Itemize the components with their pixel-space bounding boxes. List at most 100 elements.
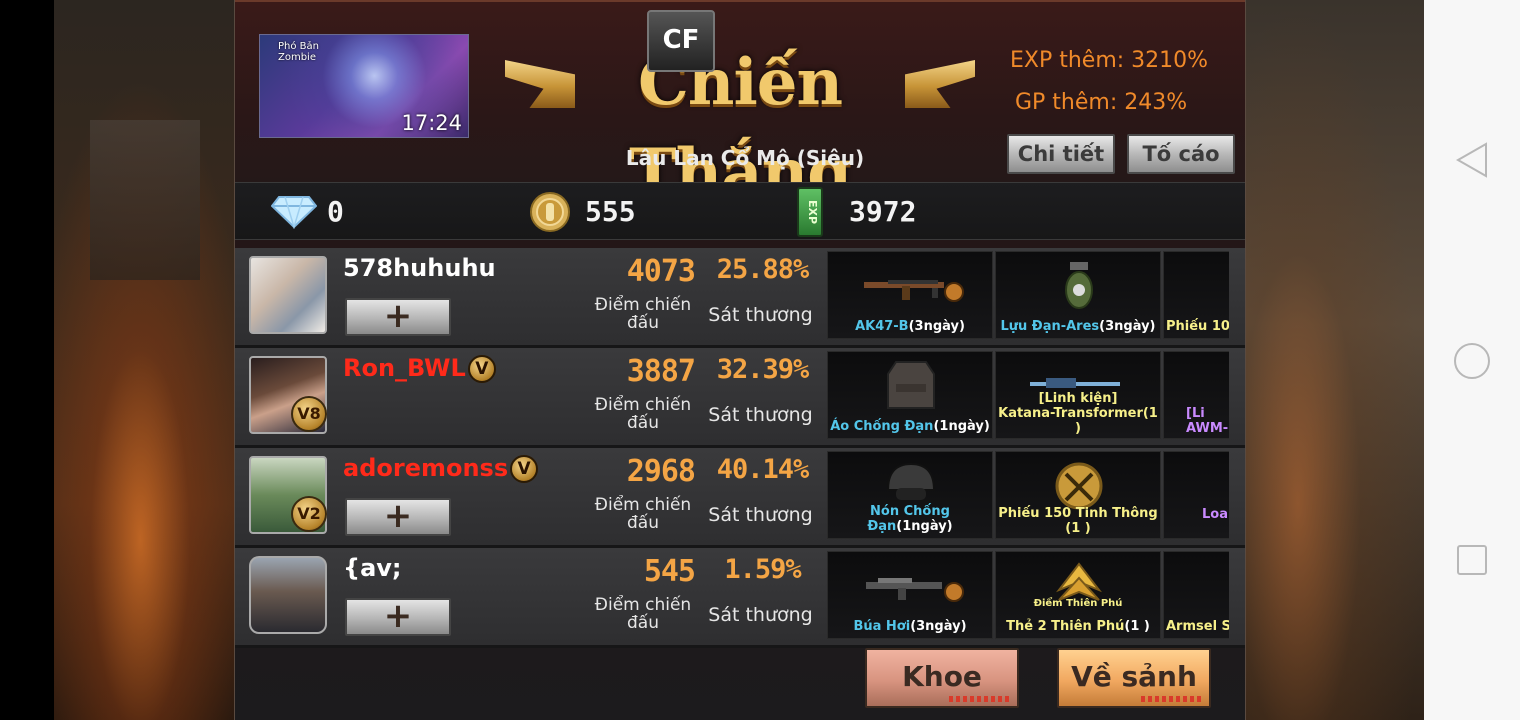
- player-row: V8 Ron_BWL V 3887 Điểm chiến đấu 32.39% S…: [235, 348, 1245, 448]
- damage-label: Sát thương: [708, 604, 813, 626]
- player-name-text: adoremonss: [343, 454, 509, 482]
- reward-name: Thẻ 2 Thiên Phú(1 ): [1006, 619, 1150, 634]
- vip-icon: V: [467, 355, 496, 383]
- combat-score: 4073: [626, 254, 696, 289]
- damage-label: Sát thương: [708, 304, 813, 326]
- background-scene-right: [1244, 0, 1424, 720]
- mode-thumbnail-title: Phó Bản Zombie: [278, 41, 319, 63]
- reward-item[interactable]: Búa Hơi(3ngày): [827, 551, 993, 639]
- combat-score-label: Điểm chiến đấu: [594, 495, 692, 533]
- reward-item[interactable]: AK47-B(3ngày): [827, 251, 993, 339]
- reward-item[interactable]: Phiếu 150 Tinh Thông (1 ): [995, 451, 1161, 539]
- reward-name: Lựu Đạn-Ares(3ngày): [1000, 319, 1156, 334]
- android-nav-bar: [1424, 0, 1520, 720]
- combat-score-label: Điểm chiến đấu: [594, 395, 692, 433]
- player-row: 578huhuhu + 4073 Điểm chiến đấu 25.88% S…: [235, 248, 1245, 348]
- damage-percent: 32.39%: [716, 354, 810, 385]
- add-friend-button[interactable]: +: [345, 498, 451, 536]
- reward-name: Phiếu 150 Tinh Thông (1 ): [998, 506, 1158, 536]
- reward-item[interactable]: Armsel S: [1163, 551, 1229, 639]
- damage-percent: 1.59%: [724, 554, 801, 585]
- cf-logo-icon: CF: [647, 10, 715, 72]
- reward-name: Loa: [1202, 507, 1228, 522]
- vip-level-badge: V8: [291, 396, 327, 432]
- report-button[interactable]: Tố cáo: [1127, 134, 1235, 174]
- recent-square-icon: [1457, 545, 1487, 575]
- reward-item[interactable]: [Li AWM-: [1163, 351, 1229, 439]
- vip-icon: V: [510, 455, 539, 483]
- helmet-icon: [886, 462, 936, 500]
- rifle-icon: [866, 578, 964, 602]
- reward-subtitle: Điểm Thiên Phú: [1033, 598, 1123, 609]
- match-time: 17:24: [401, 111, 462, 135]
- nav-recent-button[interactable]: [1456, 544, 1488, 580]
- sniper-icon: [1194, 360, 1229, 410]
- gp-count: 555: [585, 195, 636, 228]
- avatar[interactable]: [249, 556, 327, 634]
- add-friend-button[interactable]: +: [345, 598, 451, 636]
- player-name[interactable]: {av;: [343, 554, 402, 582]
- rifle-icon: [864, 280, 964, 302]
- combat-score-label: Điểm chiến đấu: [594, 595, 692, 633]
- nav-home-button[interactable]: [1453, 342, 1491, 384]
- detail-button[interactable]: Chi tiết: [1007, 134, 1115, 174]
- avatar[interactable]: [249, 256, 327, 334]
- reward-item[interactable]: Áo Chống Đạn(1ngày): [827, 351, 993, 439]
- reward-item[interactable]: Phiếu 100: [1163, 251, 1229, 339]
- victory-banner: Chiến Thắng: [505, 38, 975, 210]
- show-off-button[interactable]: Khoe: [865, 648, 1019, 708]
- wing-left-icon: [505, 60, 575, 108]
- medal-icon: [1055, 462, 1103, 510]
- reward-name: Phiếu 100: [1166, 319, 1229, 334]
- reward-name: Áo Chống Đạn(1ngày): [830, 419, 990, 434]
- reward-list: Nón Chống Đạn(1ngày) Phiếu 150 Tinh Thôn…: [827, 451, 1229, 539]
- damage-label: Sát thương: [708, 404, 813, 426]
- combat-score: 3887: [626, 354, 696, 389]
- reward-item[interactable]: Điểm Thiên Phú Thẻ 2 Thiên Phú(1 ): [995, 551, 1161, 639]
- combat-score: 545: [643, 554, 696, 589]
- add-friend-button[interactable]: +: [345, 298, 451, 336]
- reward-item[interactable]: Lựu Đạn-Ares(3ngày): [995, 251, 1161, 339]
- badge-icon: [1194, 460, 1229, 510]
- player-name[interactable]: adoremonss V: [343, 454, 539, 483]
- player-name[interactable]: Ron_BWL V: [343, 354, 496, 383]
- currency-bar: 0 555 EXP 3972: [235, 182, 1245, 240]
- nav-back-button[interactable]: [1455, 142, 1489, 182]
- back-triangle-icon: [1455, 142, 1487, 178]
- background-scene-left: [0, 0, 234, 720]
- damage-percent: 40.14%: [716, 454, 810, 485]
- combat-score: 2968: [626, 454, 696, 489]
- exp-card-icon: EXP: [797, 187, 823, 237]
- exp-card-count: 3972: [849, 195, 917, 228]
- player-name-text: Ron_BWL: [343, 354, 466, 382]
- diamond-count: 0: [327, 195, 344, 228]
- diamond-icon: [271, 196, 317, 229]
- result-panel: Phó Bản Zombie 17:24 Chiến Thắng CF Lâu …: [234, 0, 1246, 720]
- reward-list: Áo Chống Đạn(1ngày) [Linh kiện] Katana-Tr…: [827, 351, 1229, 439]
- vest-icon: [887, 361, 935, 409]
- map-name: Lâu Lan Cổ Mộ (Siêu): [625, 146, 865, 170]
- result-header: Phó Bản Zombie 17:24 Chiến Thắng CF Lâu …: [235, 0, 1245, 210]
- reward-list: Búa Hơi(3ngày) Điểm Thiên Phú Thẻ 2 Thiê…: [827, 551, 1229, 639]
- player-name-text: 578huhuhu: [343, 254, 496, 282]
- reward-item[interactable]: [Linh kiện] Katana-Transformer(1 ): [995, 351, 1161, 439]
- damage-label: Sát thương: [708, 504, 813, 526]
- damage-percent: 25.88%: [716, 254, 810, 285]
- reward-name: Nón Chống Đạn(1ngày): [867, 504, 953, 534]
- reward-list: AK47-B(3ngày) Lựu Đạn-Ares(3ngày) Phiếu …: [827, 251, 1229, 339]
- ticket-icon: [1194, 260, 1229, 310]
- vip-level-badge: V2: [291, 496, 327, 532]
- shotgun-icon: [1194, 560, 1229, 610]
- gp-bonus: GP thêm: 243%: [1015, 90, 1188, 115]
- player-name[interactable]: 578huhuhu: [343, 254, 496, 282]
- player-row: {av; + 545 Điểm chiến đấu 1.59% Sát thươ…: [235, 548, 1245, 648]
- reward-name: Búa Hơi(3ngày): [853, 619, 967, 634]
- return-lobby-button[interactable]: Về sảnh: [1057, 648, 1211, 708]
- player-name-text: {av;: [343, 554, 402, 582]
- reward-item[interactable]: Nón Chống Đạn(1ngày): [827, 451, 993, 539]
- gp-coin-icon: [530, 192, 570, 232]
- reward-item[interactable]: Loa: [1163, 451, 1229, 539]
- reward-name: [Linh kiện] Katana-Transformer(1 ): [998, 391, 1158, 436]
- player-row: V2 adoremonss V + 2968 Điểm chiến đấu 40.…: [235, 448, 1245, 548]
- reward-name: AK47-B(3ngày): [855, 319, 965, 334]
